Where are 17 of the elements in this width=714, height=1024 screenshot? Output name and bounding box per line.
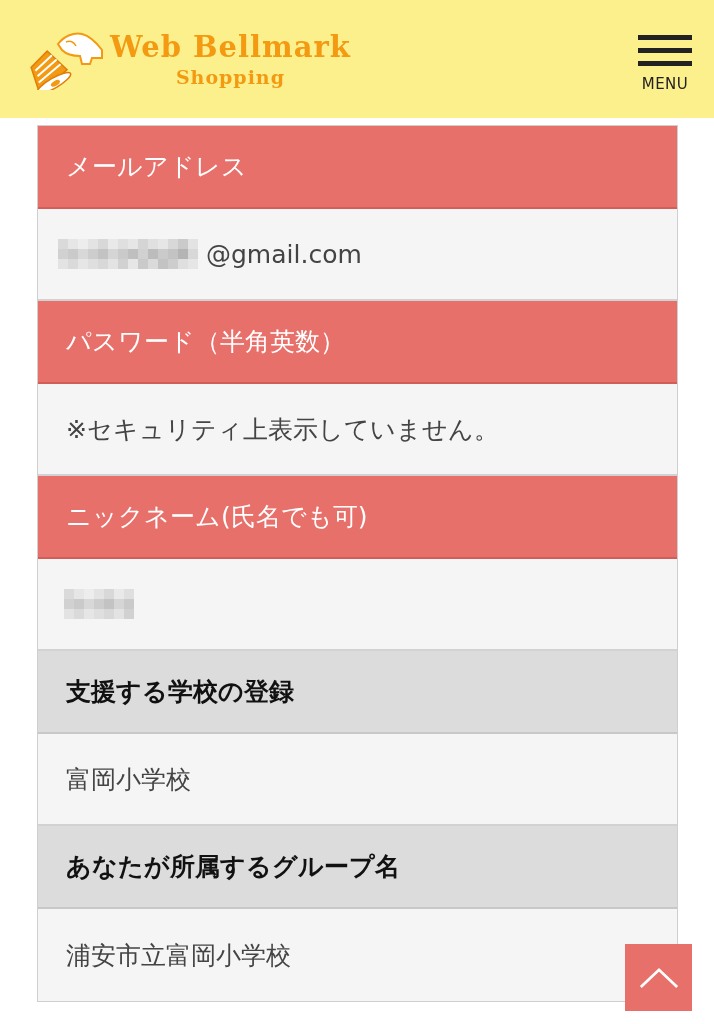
value-text: ※セキュリティ上表示していません。 bbox=[65, 413, 499, 446]
section-header: パスワード（半角英数） bbox=[38, 301, 677, 384]
logo-subtitle: Shopping bbox=[175, 65, 285, 89]
menu-icon bbox=[638, 35, 692, 66]
scroll-to-top-button[interactable] bbox=[625, 944, 692, 1011]
pixelated-redaction-icon bbox=[64, 589, 134, 619]
value-text: 富岡小学校 bbox=[65, 763, 191, 796]
logo-title: Web Bellmark bbox=[110, 29, 351, 65]
menu-button[interactable]: MENU bbox=[638, 35, 692, 93]
section-header: ニックネーム(氏名でも可) bbox=[38, 476, 677, 559]
value-text: @gmail.com bbox=[205, 239, 362, 269]
section-header: メールアドレス bbox=[38, 126, 677, 209]
pixelated-redaction-icon bbox=[58, 239, 198, 269]
chevron-up-icon bbox=[638, 966, 679, 989]
section-header: あなたが所属するグループ名 bbox=[38, 826, 677, 909]
value-text: 浦安市立富岡小学校 bbox=[65, 939, 291, 972]
section-header: 支援する学校の登録 bbox=[38, 651, 677, 734]
